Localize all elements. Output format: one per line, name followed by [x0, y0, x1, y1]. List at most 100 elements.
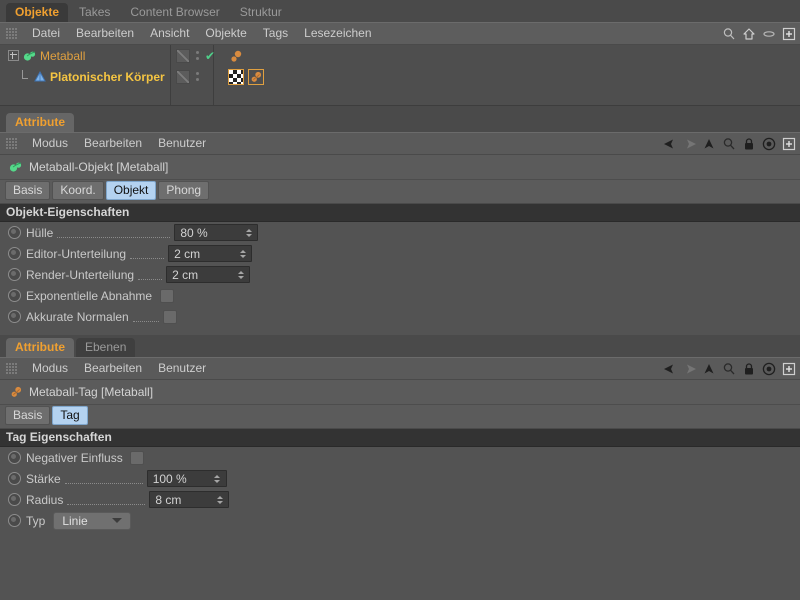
stepper-icon[interactable]	[243, 229, 257, 237]
mode-button-basis[interactable]: Basis	[5, 181, 50, 200]
metaball-tag-small-icon[interactable]	[228, 49, 242, 63]
render-unterteilung-input[interactable]: 2 cm	[166, 266, 250, 283]
tab-attribute-tag[interactable]: Attribute	[6, 338, 74, 357]
home-icon[interactable]	[742, 27, 756, 41]
property-bullet-icon[interactable]	[8, 247, 21, 260]
radius-input[interactable]: 8 cm	[149, 491, 229, 508]
property-bullet-icon[interactable]	[8, 472, 21, 485]
attribute-tag-mode-buttons: Basis Tag	[0, 405, 800, 428]
target-icon[interactable]	[762, 137, 776, 151]
attribute-tag-tabstrip: Attribute Ebenen	[0, 335, 800, 357]
property-bullet-icon[interactable]	[8, 289, 21, 302]
property-label: Typ	[26, 514, 45, 528]
menu-bearbeiten[interactable]: Bearbeiten	[68, 23, 142, 44]
property-bullet-icon[interactable]	[8, 310, 21, 323]
enabled-check-icon[interactable]: ✔	[205, 50, 215, 62]
up-arrow-icon[interactable]	[702, 137, 716, 151]
up-arrow-icon[interactable]	[702, 362, 716, 376]
menu-ansicht[interactable]: Ansicht	[142, 23, 197, 44]
table-row[interactable]: Platonischer Körper	[0, 66, 800, 87]
mode-button-phong[interactable]: Phong	[158, 181, 209, 200]
checker-texture-tag-icon[interactable]	[228, 69, 244, 85]
stepper-icon[interactable]	[237, 250, 251, 258]
staerke-value: 100 %	[148, 472, 212, 486]
panel-grip-handle[interactable]	[6, 28, 18, 40]
menu-objekte[interactable]: Objekte	[197, 23, 254, 44]
back-arrow-icon[interactable]	[662, 137, 676, 151]
tab-struktur[interactable]: Struktur	[231, 3, 291, 22]
property-bullet-icon[interactable]	[8, 493, 21, 506]
property-staerke: Stärke 100 %	[0, 468, 800, 489]
mode-button-basis[interactable]: Basis	[5, 406, 50, 425]
property-label: Hülle	[26, 226, 53, 240]
lock-icon[interactable]	[742, 137, 756, 151]
stepper-icon[interactable]	[214, 496, 228, 504]
mode-button-koord[interactable]: Koord.	[52, 181, 103, 200]
exponentielle-abnahme-checkbox[interactable]	[160, 289, 174, 303]
tab-attribute-object[interactable]: Attribute	[6, 113, 74, 132]
plus-box-icon[interactable]	[782, 362, 796, 376]
editor-unterteilung-input[interactable]: 2 cm	[168, 245, 252, 262]
mode-button-objekt[interactable]: Objekt	[106, 181, 157, 200]
plus-box-icon[interactable]	[782, 137, 796, 151]
typ-dropdown[interactable]: Linie	[53, 512, 131, 530]
search-icon[interactable]	[722, 27, 736, 41]
section-header-objekt-eigenschaften: Objekt-Eigenschaften	[0, 203, 800, 222]
tab-content-browser[interactable]: Content Browser	[121, 3, 228, 22]
property-typ: Typ Linie	[0, 510, 800, 531]
tab-ebenen[interactable]: Ebenen	[76, 338, 135, 357]
object-row-name-metaball[interactable]: Metaball	[0, 49, 170, 63]
expand-collapse-icon[interactable]	[8, 50, 19, 61]
search-icon[interactable]	[722, 137, 736, 151]
eye-icon[interactable]	[762, 27, 776, 41]
back-arrow-icon[interactable]	[662, 362, 676, 376]
property-bullet-icon[interactable]	[8, 514, 21, 527]
property-huelle: Hülle 80 %	[0, 222, 800, 243]
plus-box-icon[interactable]	[782, 27, 796, 41]
tab-objekte[interactable]: Objekte	[6, 3, 68, 22]
table-row[interactable]: Metaball ✔	[0, 45, 800, 66]
attribute-object-mode-buttons: Basis Koord. Objekt Phong	[0, 180, 800, 203]
layer-swatch-icon[interactable]	[176, 70, 190, 84]
attribute-tag-properties: Negativer Einfluss Stärke 100 % Radius 8…	[0, 447, 800, 531]
menu-bearbeiten[interactable]: Bearbeiten	[76, 358, 150, 379]
stepper-icon[interactable]	[235, 271, 249, 279]
forward-arrow-icon[interactable]	[682, 362, 696, 376]
visibility-dots-icon[interactable]	[195, 72, 199, 81]
menu-tags[interactable]: Tags	[255, 23, 296, 44]
stepper-icon[interactable]	[212, 475, 226, 483]
panel-grip-handle[interactable]	[6, 363, 18, 375]
property-bullet-icon[interactable]	[8, 268, 21, 281]
metaball-tag-icon[interactable]	[248, 69, 264, 85]
menu-lesezeichen[interactable]: Lesezeichen	[296, 23, 379, 44]
menu-datei[interactable]: Datei	[24, 23, 68, 44]
object-manager-menubar: Datei Bearbeiten Ansicht Objekte Tags Le…	[0, 22, 800, 45]
object-row-name-platonisch[interactable]: Platonischer Körper	[0, 70, 170, 84]
visibility-dots-icon[interactable]	[195, 51, 199, 60]
forward-arrow-icon[interactable]	[682, 137, 696, 151]
negativer-einfluss-checkbox[interactable]	[130, 451, 144, 465]
lock-icon[interactable]	[742, 362, 756, 376]
search-icon[interactable]	[722, 362, 736, 376]
menu-modus[interactable]: Modus	[24, 358, 76, 379]
panel-grip-handle[interactable]	[6, 138, 18, 150]
target-icon[interactable]	[762, 362, 776, 376]
dotted-leader	[138, 270, 162, 280]
tab-takes[interactable]: Takes	[70, 3, 119, 22]
menu-benutzer[interactable]: Benutzer	[150, 358, 214, 379]
object-tree: Metaball ✔	[0, 45, 800, 106]
layer-swatch-icon[interactable]	[176, 49, 190, 63]
editor-unterteilung-value: 2 cm	[169, 247, 237, 261]
menu-modus[interactable]: Modus	[24, 133, 76, 154]
huelle-input[interactable]: 80 %	[174, 224, 258, 241]
attribute-tag-menubar: Modus Bearbeiten Benutzer	[0, 357, 800, 380]
property-bullet-icon[interactable]	[8, 451, 21, 464]
object-label-metaball: Metaball	[40, 49, 85, 63]
property-bullet-icon[interactable]	[8, 226, 21, 239]
menu-benutzer[interactable]: Benutzer	[150, 133, 214, 154]
akkurate-normalen-checkbox[interactable]	[163, 310, 177, 324]
menu-bearbeiten[interactable]: Bearbeiten	[76, 133, 150, 154]
staerke-input[interactable]: 100 %	[147, 470, 227, 487]
mode-button-tag[interactable]: Tag	[52, 406, 87, 425]
section-header-tag-eigenschaften: Tag Eigenschaften	[0, 428, 800, 447]
